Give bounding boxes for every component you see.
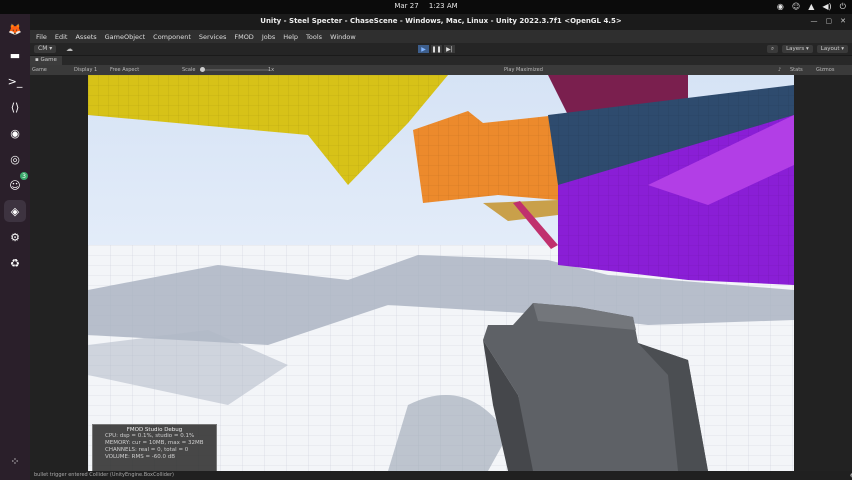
aspect-dropdown[interactable]: Free Aspect xyxy=(110,67,139,73)
account-dropdown[interactable]: CM ▾ xyxy=(34,45,57,53)
fmod-debug-volume: VOLUME: RMS = -60.0 dB xyxy=(105,454,176,460)
discord-tray-icon[interactable]: ☺ xyxy=(792,2,800,12)
notification-badge: 3 xyxy=(20,172,28,180)
fmod-debug-cpu: CPU: dsp = 0.1%, studio = 0.1% xyxy=(105,433,195,439)
layers-dropdown[interactable]: Layers ▾ xyxy=(782,45,813,53)
step-button[interactable]: ▶| xyxy=(444,45,455,53)
files-icon[interactable]: ▬ xyxy=(4,44,26,66)
menu-tools[interactable]: Tools xyxy=(302,33,326,41)
system-date: Mar 27 xyxy=(394,2,419,10)
menu-assets[interactable]: Assets xyxy=(71,33,100,41)
play-button[interactable]: ▶ xyxy=(418,45,429,53)
volume-icon[interactable]: ◀) xyxy=(822,2,831,12)
menu-file[interactable]: File xyxy=(32,33,51,41)
layers-label: Layers xyxy=(786,46,805,52)
system-top-bar: Mar 27 1:23 AM ◉ ☺ ▲ ◀) ⏻ xyxy=(0,0,852,14)
terminal-icon[interactable]: >_ xyxy=(4,70,26,92)
tab-game[interactable]: ▪ Game xyxy=(30,56,62,65)
trash-icon[interactable]: ♻ xyxy=(4,252,26,274)
github-icon[interactable]: ◉ xyxy=(4,122,26,144)
vscode-icon[interactable]: ⟨⟩ xyxy=(4,96,26,118)
power-icon[interactable]: ⏻ xyxy=(840,2,846,12)
unity-toolbar: CM ▾ ☁ ▶ ❚❚ ▶| ⌕ Layers ▾ Layout ▾ xyxy=(30,43,852,56)
system-tray[interactable]: ◉ ☺ ▲ ◀) ⏻ xyxy=(777,2,846,12)
game-scene-render[interactable] xyxy=(88,75,794,471)
console-status-message[interactable]: bullet trigger entered Collider (UnityEn… xyxy=(34,472,174,478)
fmod-debug-memory: MEMORY: cur = 10MB, max = 32MB xyxy=(105,440,204,446)
fmod-debug-panel: FMOD Studio Debug CPU: dsp = 0.1%, studi… xyxy=(92,424,217,471)
close-icon[interactable]: ✕ xyxy=(840,17,846,25)
audio-mute-icon[interactable]: ♪ xyxy=(778,67,781,73)
system-time: 1:23 AM xyxy=(428,2,458,10)
window-titlebar[interactable]: Unity - Steel Specter - ChaseScene - Win… xyxy=(30,14,852,30)
play-maximized-dropdown[interactable]: Play Maximized xyxy=(504,67,543,73)
gizmos-dropdown[interactable]: Gizmos xyxy=(816,67,834,73)
firefox-icon[interactable]: 🦊 xyxy=(4,18,26,40)
settings-icon[interactable]: ⚙ xyxy=(4,226,26,248)
status-bar: bullet trigger entered Collider (UnityEn… xyxy=(30,471,852,480)
game-viewport[interactable]: FMOD Studio Debug CPU: dsp = 0.1%, studi… xyxy=(30,75,852,471)
game-mode-dropdown[interactable]: Game xyxy=(32,67,47,73)
tab-game-label: Game xyxy=(40,57,57,63)
menu-bar: File Edit Assets GameObject Component Service… xyxy=(30,30,852,43)
menu-edit[interactable]: Edit xyxy=(51,33,72,41)
scale-slider-handle[interactable] xyxy=(200,67,205,72)
game-view-toolbar: Game Display 1 Free Aspect Scale 1x Play… xyxy=(30,65,852,75)
menu-component[interactable]: Component xyxy=(149,33,195,41)
obs-tray-icon[interactable]: ◉ xyxy=(777,2,784,12)
play-controls: ▶ ❚❚ ▶| xyxy=(418,45,455,53)
account-label: CM xyxy=(38,45,48,52)
scale-label: Scale xyxy=(182,67,196,73)
show-apps-icon[interactable]: ⁘ xyxy=(4,450,26,472)
stats-button[interactable]: Stats xyxy=(790,67,803,73)
menu-window[interactable]: Window xyxy=(326,33,360,41)
window-title: Unity - Steel Specter - ChaseScene - Win… xyxy=(260,17,622,25)
discord-icon[interactable]: ☺ 3 xyxy=(4,172,28,196)
unity-hub-icon[interactable]: ◈ xyxy=(4,200,26,222)
view-tab-row: ▪ Game xyxy=(30,56,852,65)
pause-button[interactable]: ❚❚ xyxy=(431,45,442,53)
menu-help[interactable]: Help xyxy=(279,33,302,41)
network-icon[interactable]: ▲ xyxy=(808,2,814,12)
ubuntu-dock: 🦊 ▬ >_ ⟨⟩ ◉ ◎ ☺ 3 ◈ ⚙ ♻ ⁘ xyxy=(0,14,30,480)
system-clock[interactable]: Mar 27 1:23 AM xyxy=(0,2,852,10)
fmod-debug-channels: CHANNELS: real = 0, total = 0 xyxy=(105,447,189,453)
cloud-icon[interactable]: ☁ xyxy=(66,45,73,53)
minimize-icon[interactable]: — xyxy=(811,17,818,25)
menu-services[interactable]: Services xyxy=(195,33,230,41)
layout-label: Layout xyxy=(820,46,840,52)
menu-gameobject[interactable]: GameObject xyxy=(101,33,150,41)
maximize-icon[interactable]: ▢ xyxy=(826,17,833,25)
display-dropdown[interactable]: Display 1 xyxy=(74,67,97,73)
search-icon[interactable]: ⌕ xyxy=(766,45,779,53)
menu-jobs[interactable]: Jobs xyxy=(258,33,279,41)
scale-slider-track[interactable] xyxy=(200,69,270,71)
layout-dropdown[interactable]: Layout ▾ xyxy=(816,45,848,53)
scale-value: 1x xyxy=(268,67,275,73)
unity-window: Unity - Steel Specter - ChaseScene - Win… xyxy=(30,14,852,480)
menu-fmod[interactable]: FMOD xyxy=(230,33,257,41)
obs-icon[interactable]: ◎ xyxy=(4,148,26,170)
